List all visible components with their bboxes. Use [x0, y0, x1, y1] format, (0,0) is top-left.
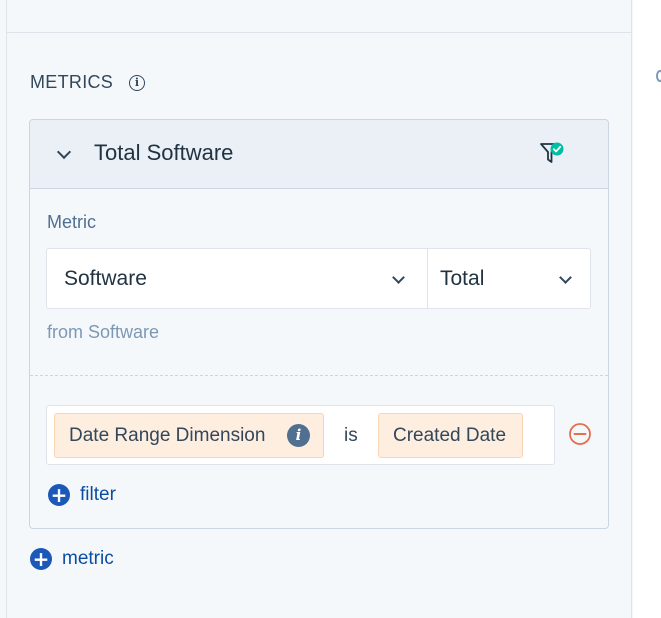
filter-dimension-label: Date Range Dimension: [69, 425, 266, 446]
add-metric-button[interactable]: + metric: [30, 548, 114, 570]
chevron-down-icon: [559, 271, 572, 284]
add-metric-label: metric: [62, 548, 114, 569]
partial-icon: [656, 70, 661, 82]
metric-card-header[interactable]: Total Software: [30, 120, 608, 189]
filter-check-icon: [540, 142, 564, 163]
metric-card: Total Software Metric Software Total fro…: [29, 119, 609, 529]
metric-card-title: Total Software: [94, 140, 234, 165]
dashed-divider: [30, 375, 608, 376]
plus-circle-icon: +: [48, 484, 70, 506]
metric-label: Metric: [47, 212, 96, 232]
filter-value-chip[interactable]: Created Date: [378, 413, 523, 458]
info-icon[interactable]: i: [129, 74, 146, 91]
section-title: METRICS: [30, 72, 114, 92]
aggregation-select-value: Total: [440, 267, 485, 290]
add-filter-button[interactable]: + filter: [48, 484, 116, 506]
aggregation-select[interactable]: Total: [428, 249, 590, 308]
plus-circle-icon: +: [30, 548, 52, 570]
metric-select-value: Software: [64, 267, 147, 290]
filter-row: Date Range Dimension i is Created Date: [46, 405, 555, 465]
filter-operator: is: [344, 425, 358, 446]
remove-filter-icon[interactable]: [568, 422, 592, 446]
filter-value-label: Created Date: [393, 425, 507, 446]
source-text: from Software: [47, 322, 160, 342]
add-filter-label: filter: [80, 484, 116, 505]
chevron-down-icon: [392, 271, 405, 284]
right-panel-edge: [633, 0, 661, 618]
metric-select-group: Software Total: [46, 248, 591, 309]
top-divider: [7, 32, 631, 33]
filter-dimension-chip[interactable]: Date Range Dimension i: [54, 413, 324, 458]
info-icon[interactable]: i: [287, 424, 310, 447]
chevron-down-icon[interactable]: [56, 144, 72, 160]
metric-select[interactable]: Software: [47, 249, 428, 308]
section-header: METRICS i: [30, 72, 146, 93]
